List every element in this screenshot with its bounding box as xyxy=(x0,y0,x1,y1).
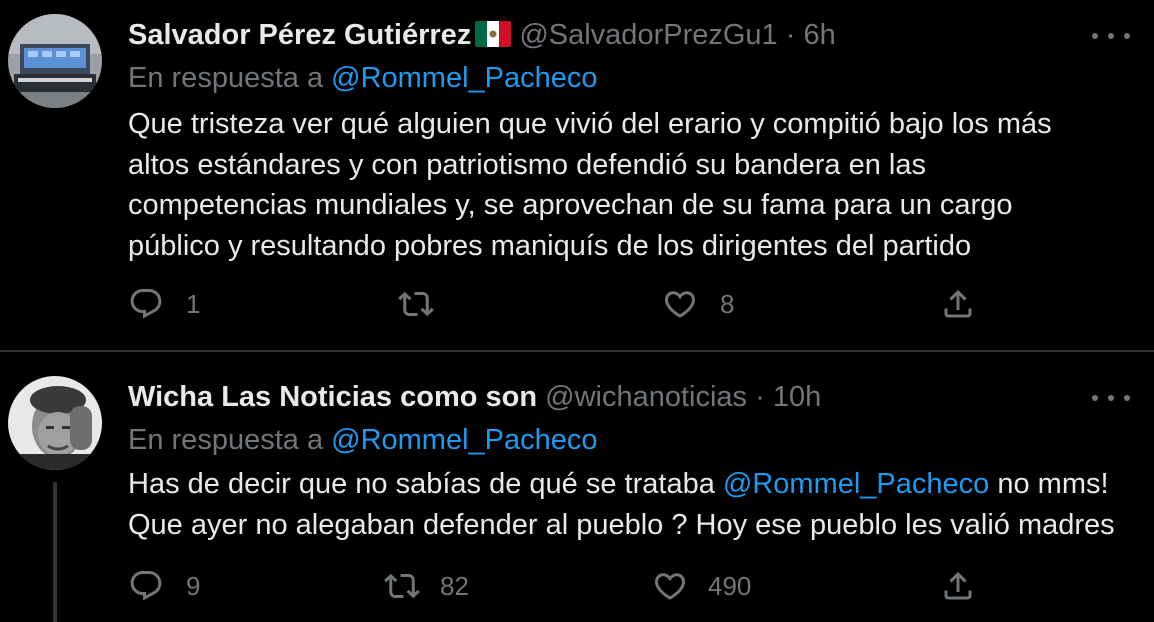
tweet-text-line: Que ayer no alegaban defender al pueblo … xyxy=(128,508,1115,541)
text-segment: no mms! xyxy=(989,468,1109,500)
tweet-text-line: competencias mundiales y, se aprovechan … xyxy=(128,189,1013,221)
retweet-icon xyxy=(398,286,434,322)
reply-icon xyxy=(128,568,164,604)
reply-button[interactable]: 9 xyxy=(128,568,200,604)
tweet-text-line: público y resultando pobres maniquís de … xyxy=(128,229,972,262)
like-count: 490 xyxy=(708,570,752,601)
timestamp[interactable]: 10h xyxy=(773,381,821,413)
tweet-salvador[interactable]: Salvador Pérez Gutiérrez @SalvadorPrezGu1… xyxy=(0,0,1154,352)
mention-link[interactable]: @Rommel_Pacheco xyxy=(723,468,989,500)
more-options-icon[interactable] xyxy=(1092,30,1130,42)
reply-count: 9 xyxy=(186,570,201,601)
avatar[interactable] xyxy=(8,376,102,470)
like-icon xyxy=(662,286,698,322)
reply-button[interactable]: 1 xyxy=(128,286,200,322)
timestamp[interactable]: 6h xyxy=(803,19,835,51)
retweet-button[interactable] xyxy=(398,286,434,322)
reply-context: En respuesta a @Rommel_Pacheco xyxy=(128,58,598,98)
share-button[interactable] xyxy=(940,286,976,322)
reply-prefix: En respuesta a xyxy=(128,62,324,94)
tweet-text-line: Que tristeza ver qué alguien que vivió d… xyxy=(128,108,1052,140)
share-icon xyxy=(940,568,976,604)
tweet-text: Que tristeza ver qué alguien que vivió d… xyxy=(128,104,1138,266)
tweet-actions: 1 8 xyxy=(0,286,1154,326)
reply-mention-link[interactable]: @Rommel_Pacheco xyxy=(331,62,597,94)
reply-context: En respuesta a @Rommel_Pacheco xyxy=(128,420,598,460)
tweet-header: Salvador Pérez Gutiérrez @SalvadorPrezGu1… xyxy=(128,15,836,55)
like-icon xyxy=(652,568,688,604)
tweet-text: Has de decir que no sabías de qué se tra… xyxy=(128,464,1138,545)
like-button[interactable]: 8 xyxy=(662,286,734,322)
reply-count: 1 xyxy=(186,288,201,319)
tweet-wicha[interactable]: Wicha Las Noticias como son @wichanotici… xyxy=(0,352,1154,622)
user-handle[interactable]: @SalvadorPrezGu1 xyxy=(519,19,777,51)
reply-mention-link[interactable]: @Rommel_Pacheco xyxy=(331,424,597,456)
retweet-count: 82 xyxy=(440,570,469,601)
separator-dot: · xyxy=(785,19,796,51)
separator-dot: · xyxy=(755,381,765,413)
tweet-text-line: altos estándares y con patriotismo defen… xyxy=(128,148,926,181)
user-handle[interactable]: @wichanoticias xyxy=(545,381,747,413)
share-button[interactable] xyxy=(940,568,976,604)
more-options-icon[interactable] xyxy=(1092,392,1130,404)
retweet-button[interactable]: 82 xyxy=(384,568,469,604)
reply-prefix: En respuesta a xyxy=(128,424,324,456)
retweet-icon xyxy=(384,568,420,604)
tweet-actions: 9 82 490 xyxy=(0,568,1154,608)
reply-icon xyxy=(128,286,164,322)
mexico-flag-icon xyxy=(475,18,512,47)
text-segment: Has de decir que no sabías de qué se tra… xyxy=(128,468,723,500)
like-button[interactable]: 490 xyxy=(652,568,751,604)
display-name[interactable]: Wicha Las Noticias como son xyxy=(128,381,537,413)
share-icon xyxy=(940,286,976,322)
tweet-text-line: Has de decir que no sabías de qué se tra… xyxy=(128,464,1138,505)
like-count: 8 xyxy=(720,288,735,319)
display-name[interactable]: Salvador Pérez Gutiérrez xyxy=(128,19,471,51)
tweet-header: Wicha Las Noticias como son @wichanotici… xyxy=(128,377,821,417)
avatar[interactable] xyxy=(8,14,102,108)
